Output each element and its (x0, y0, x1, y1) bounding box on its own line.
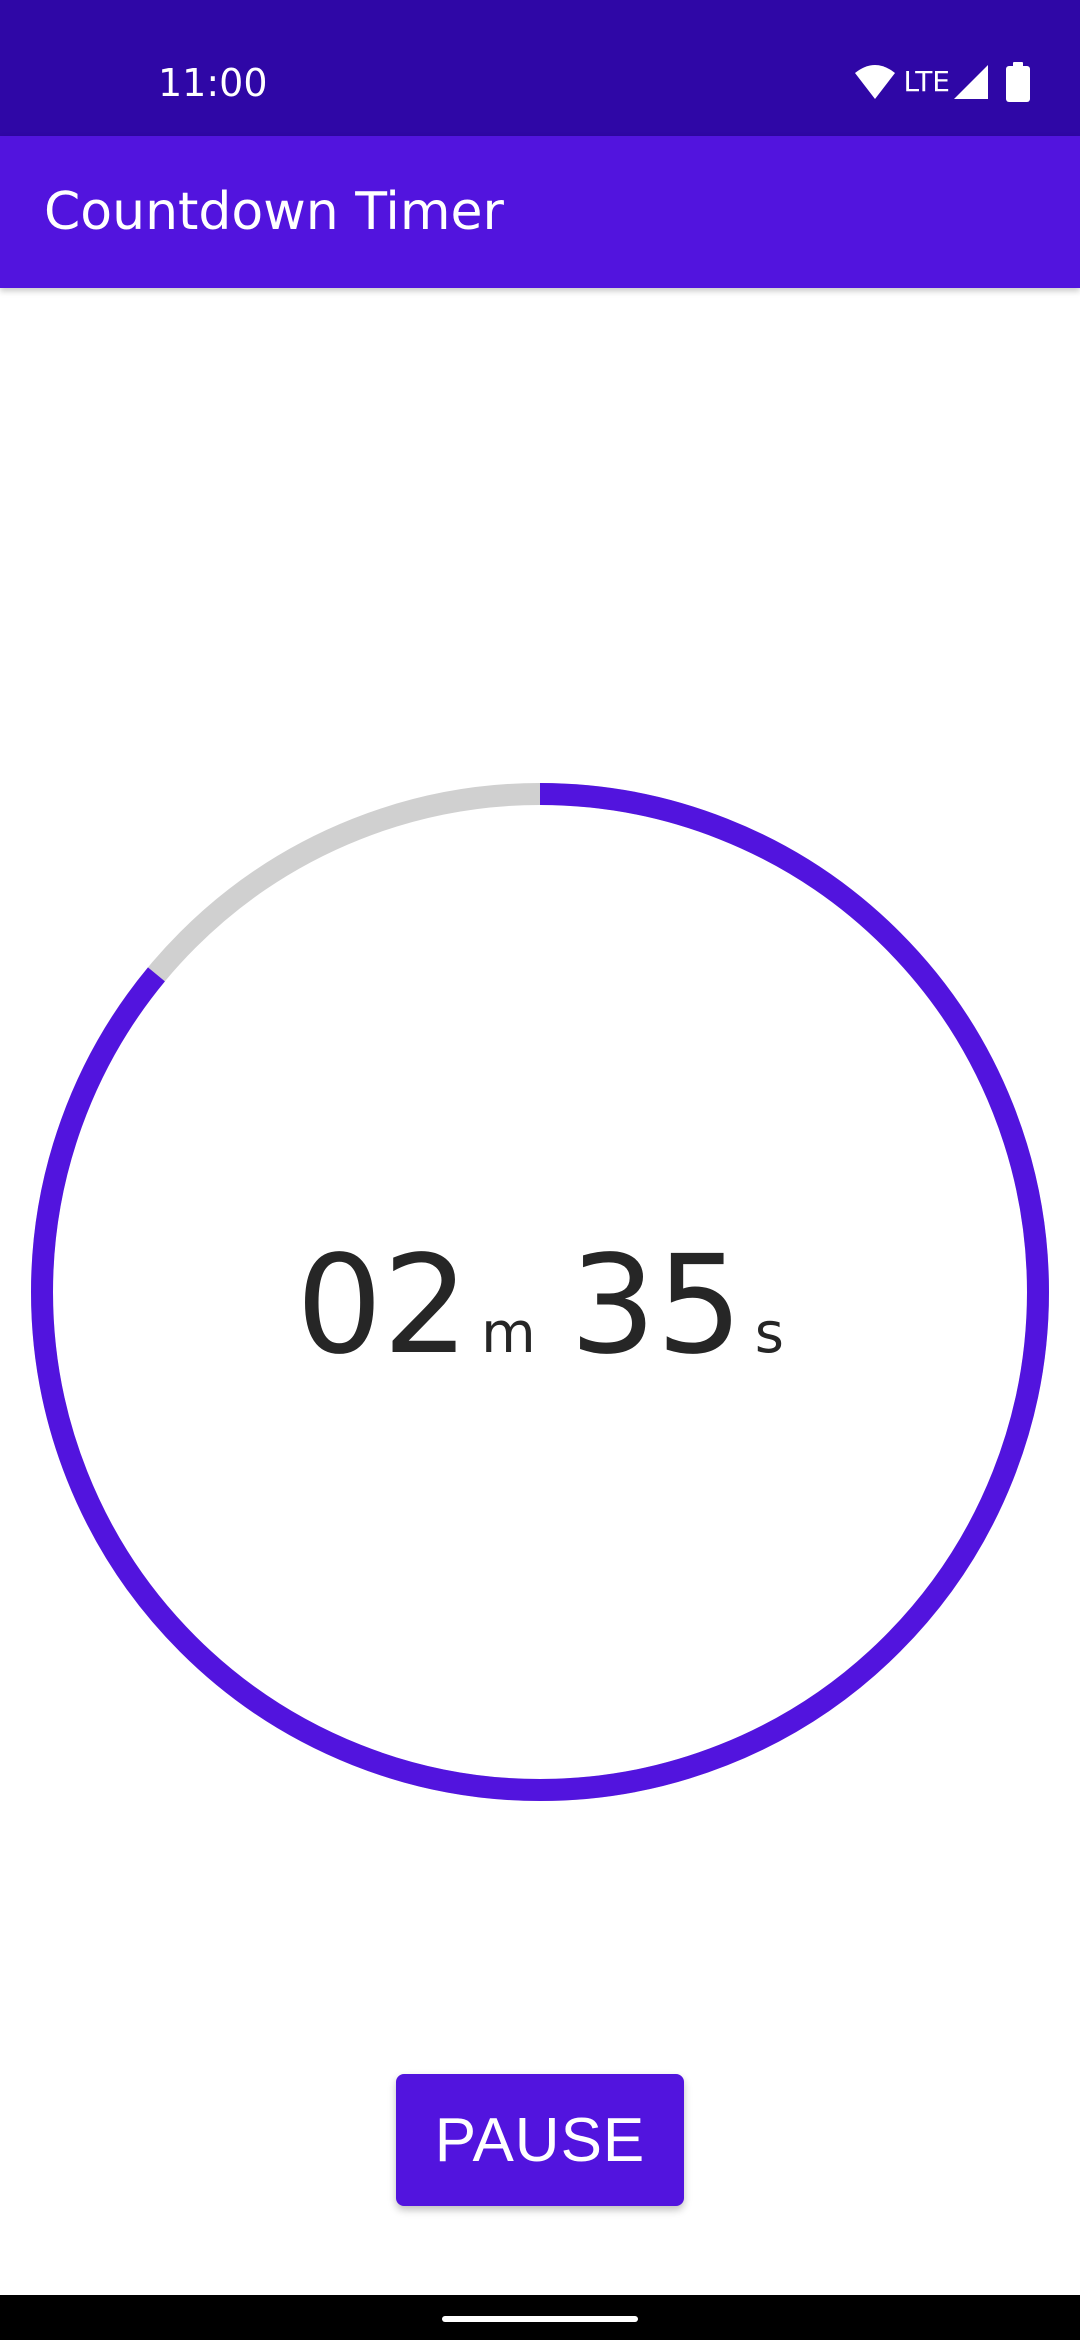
network-type-label: LTE (903, 65, 950, 98)
pause-button[interactable]: PAUSE (396, 2074, 684, 2206)
app-bar: Countdown Timer (0, 136, 1080, 288)
timer-seconds: 35 (569, 1227, 743, 1385)
status-icons: LTE (853, 60, 1030, 104)
battery-icon (1006, 62, 1030, 102)
status-time: 11:00 (158, 61, 268, 105)
timer-display: 02 m 35 s (0, 1238, 1080, 1374)
status-bar: 11:00 LTE (0, 0, 1080, 136)
timer-minutes-unit: m (481, 1301, 536, 1366)
app-title: Countdown Timer (44, 182, 504, 242)
signal-icon (954, 65, 988, 99)
home-gesture-handle[interactable] (442, 2316, 638, 2322)
timer-minutes: 02 (296, 1227, 470, 1385)
timer-seconds-unit: s (754, 1301, 784, 1366)
wifi-icon (855, 65, 896, 99)
